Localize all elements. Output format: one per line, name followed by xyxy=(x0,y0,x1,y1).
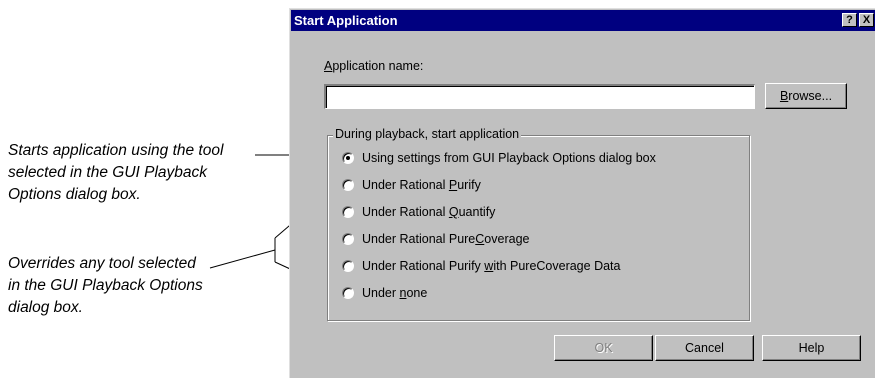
help-button[interactable]: Help xyxy=(762,335,861,361)
option-purify[interactable]: Under Rational Purify xyxy=(342,176,481,194)
option-label: Under none xyxy=(362,286,428,300)
start-application-dialog: Start Application ? X Application name: … xyxy=(289,8,875,378)
help-title-button[interactable]: ? xyxy=(842,13,857,27)
option-label: Under Rational Purify with PureCoverage … xyxy=(362,259,621,273)
radio-button[interactable] xyxy=(342,233,354,245)
radio-button[interactable] xyxy=(342,206,354,218)
callout-starts-application: Starts application using the tool select… xyxy=(8,142,224,203)
option-label: Under Rational Quantify xyxy=(362,205,496,219)
application-name-input[interactable] xyxy=(324,84,755,109)
radio-button[interactable] xyxy=(342,152,354,164)
radio-button[interactable] xyxy=(342,260,354,272)
group-label: During playback, start application xyxy=(333,127,522,141)
option-none[interactable]: Under none xyxy=(342,284,427,302)
option-label: Under Rational PureCoverage xyxy=(362,232,530,246)
playback-start-groupbox: During playback, start application Using… xyxy=(327,127,750,321)
option-gui-playback-settings[interactable]: Using settings from GUI Playback Options… xyxy=(342,149,656,167)
browse-button[interactable]: Browse... xyxy=(765,83,847,109)
option-purify-with-purecoverage[interactable]: Under Rational Purify with PureCoverage … xyxy=(342,257,620,275)
dialog-title: Start Application xyxy=(294,13,398,28)
option-purecoverage[interactable]: Under Rational PureCoverage xyxy=(342,230,529,248)
ok-button[interactable]: OK xyxy=(554,335,653,361)
option-label: Using settings from GUI Playback Options… xyxy=(362,151,656,165)
title-bar: Start Application ? X xyxy=(291,10,875,31)
cancel-button[interactable]: Cancel xyxy=(655,335,754,361)
radio-button[interactable] xyxy=(342,179,354,191)
option-quantify[interactable]: Under Rational Quantify xyxy=(342,203,495,221)
callout-overrides-tool: Overrides any tool selected in the GUI P… xyxy=(8,255,203,316)
radio-button[interactable] xyxy=(342,287,354,299)
application-name-label: Application name: xyxy=(324,59,424,73)
close-button[interactable]: X xyxy=(859,13,874,27)
option-label: Under Rational Purify xyxy=(362,178,481,192)
